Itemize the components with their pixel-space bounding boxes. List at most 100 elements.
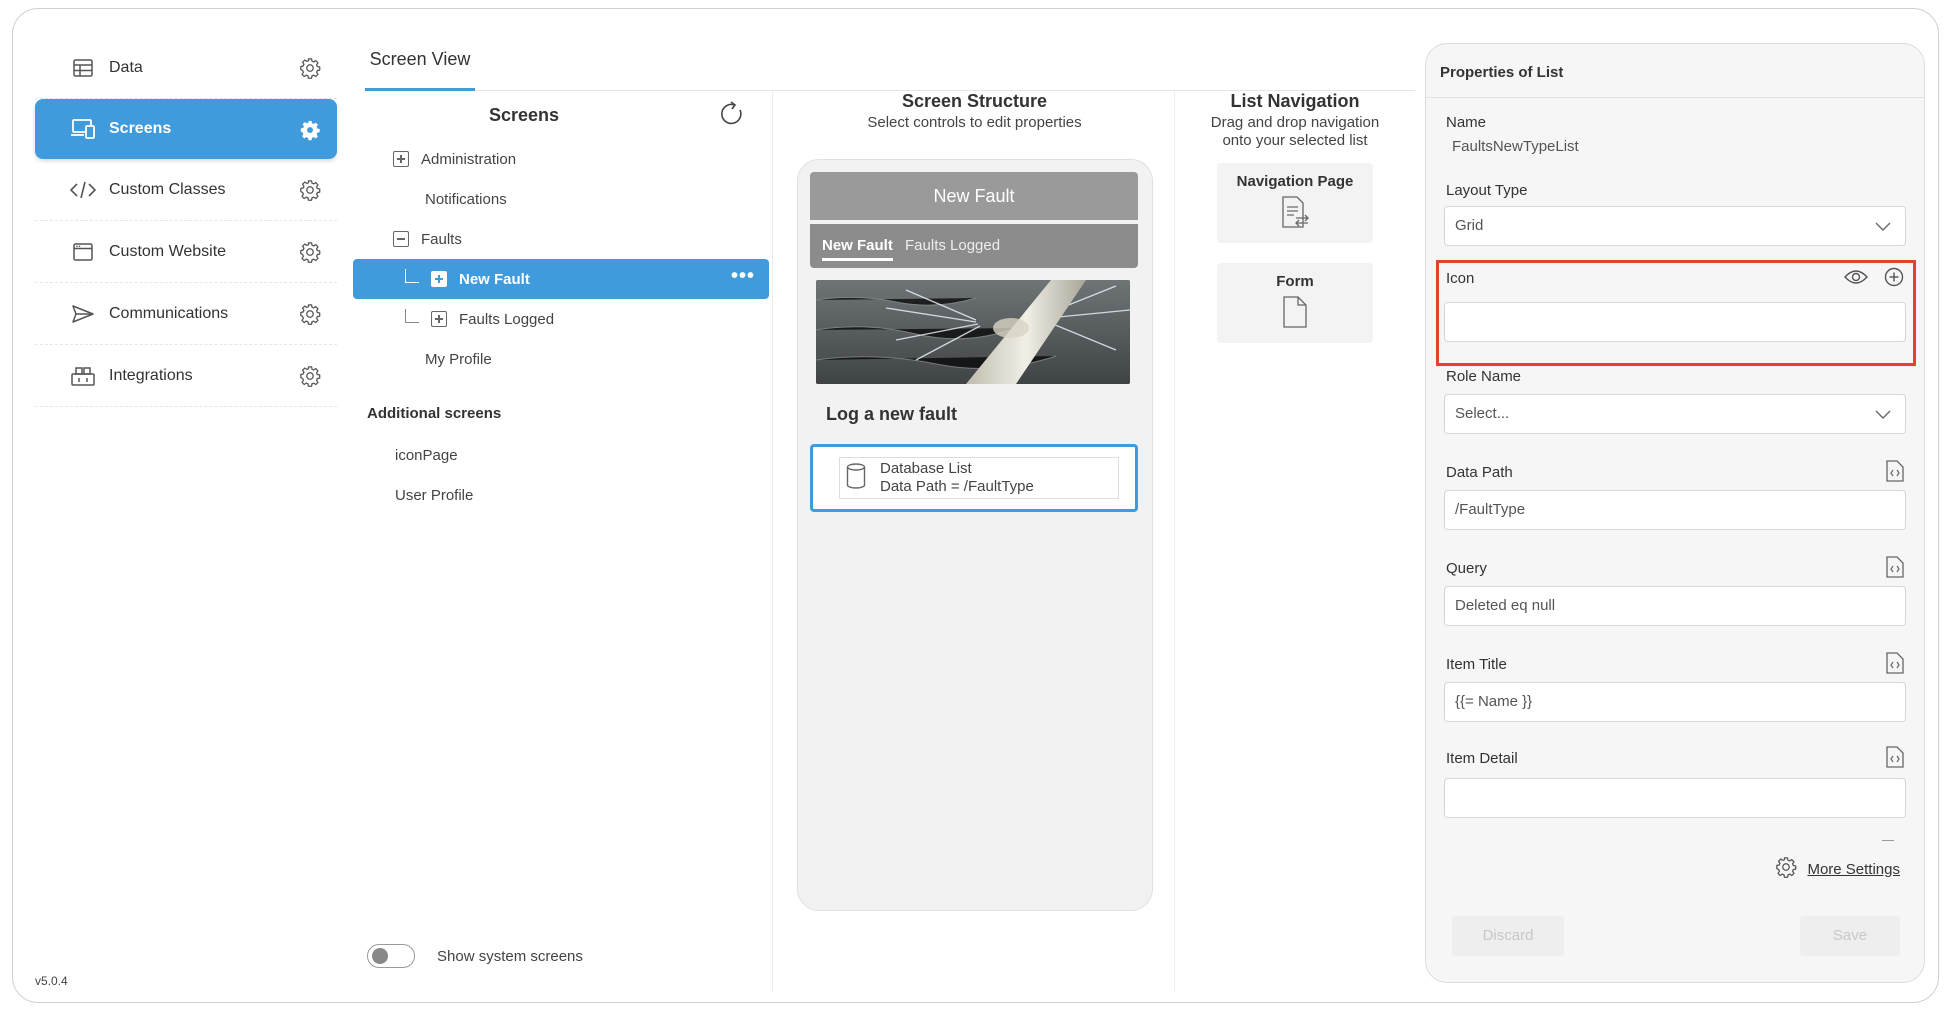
gear-icon[interactable] [299,303,321,330]
discard-button[interactable]: Discard [1452,916,1564,956]
phone-header[interactable]: New Fault [810,172,1138,220]
tree-item-label: Faults [421,230,462,248]
navigation-page-card[interactable]: Navigation Page [1217,163,1373,243]
role-name-label: Role Name [1446,368,1522,385]
add-circle-icon[interactable] [1884,267,1904,292]
tree-item-administration[interactable]: Administration [353,139,769,179]
tree-item-label: Faults Logged [459,310,555,328]
layout-type-label: Layout Type [1446,182,1528,199]
form-icon [1283,296,1307,328]
collapse-icon[interactable] [393,231,409,247]
nav-card-label: Form [1276,273,1314,290]
structure-subtitle: Select controls to edit properties [867,114,1082,131]
code-file-icon[interactable] [1886,746,1904,773]
tree-item-new-fault[interactable]: New Fault ••• [353,259,769,299]
app-window: Data Screens Custom Classes Custom Websi… [12,8,1939,1003]
database-list-title: Database List [880,460,972,477]
database-list-path: Data Path = /FaultType [880,478,1034,495]
browser-icon [65,242,101,261]
sidebar-item-custom-website[interactable]: Custom Website [35,221,337,283]
gear-icon[interactable] [299,241,321,268]
divider [1882,840,1894,841]
tree-item-my-profile[interactable]: My Profile [353,339,769,379]
refresh-icon[interactable] [719,101,745,132]
navigation-subtitle: Drag and drop navigation onto your selec… [1177,114,1413,150]
layout-type-select[interactable]: Grid [1444,206,1906,246]
screens-title: Screens [489,105,560,125]
database-icon [846,462,866,494]
gear-icon[interactable] [299,179,321,206]
code-file-icon[interactable] [1886,652,1904,679]
pipe-leak-image[interactable] [816,280,1130,384]
expand-icon[interactable] [393,151,409,167]
sidebar-item-screens[interactable]: Screens [35,99,337,159]
screens-panel: Screens Administration Notifications Fau… [353,91,773,991]
gear-icon[interactable] [299,119,321,146]
sidebar-item-communications[interactable]: Communications [35,283,337,345]
additional-item-user-profile[interactable]: User Profile [353,475,769,515]
icon-label: Icon [1446,270,1475,287]
form-card[interactable]: Form [1217,263,1373,343]
sidebar: Data Screens Custom Classes Custom Websi… [35,37,337,407]
gear-icon[interactable] [299,365,321,392]
structure-title: Screen Structure [901,91,1048,111]
item-title-input[interactable]: {{= Name }} [1444,682,1906,722]
name-label: Name [1446,114,1487,131]
tree-item-label: User Profile [395,486,474,504]
eye-icon[interactable] [1844,268,1868,291]
data-path-input[interactable]: /FaultType [1444,490,1906,530]
devices-icon [65,119,101,139]
navigation-page-icon [1282,196,1309,228]
tree-item-faults[interactable]: Faults [353,219,769,259]
gear-icon [1775,856,1797,882]
sidebar-item-integrations[interactable]: Integrations [35,345,337,407]
phone-tab-bar[interactable]: New Fault Faults Logged [810,224,1138,268]
item-detail-input[interactable] [1444,778,1906,818]
version-label: v5.0.4 [35,974,68,988]
tree-item-label: My Profile [425,350,492,368]
data-path-label: Data Path [1446,464,1513,481]
tree-item-label: New Fault [459,270,530,288]
sidebar-item-custom-classes[interactable]: Custom Classes [35,159,337,221]
item-detail-label: Item Detail [1446,750,1518,767]
more-settings-link[interactable]: More Settings [1775,856,1900,882]
show-system-screens-toggle[interactable] [367,944,415,968]
phone-tab-faults-logged[interactable]: Faults Logged [905,237,1000,254]
nav-card-label: Navigation Page [1236,173,1354,190]
gear-icon[interactable] [299,57,321,84]
navigation-title: List Navigation [1230,91,1360,111]
tab-bar: Screen View [365,37,1415,91]
save-button[interactable]: Save [1800,916,1900,956]
list-navigation-panel: List Navigation Drag and drop navigation… [1177,91,1413,991]
tree-branch-line [405,309,419,323]
code-file-icon[interactable] [1886,460,1904,487]
navigation-subtitle-line1: Drag and drop navigation [1210,114,1380,131]
additional-item-iconpage[interactable]: iconPage [353,435,769,475]
role-name-select[interactable]: Select... [1444,394,1906,434]
tree-item-notifications[interactable]: Notifications [353,179,769,219]
tab-screen-view[interactable]: Screen View [365,47,475,91]
toggle-label: Show system screens [437,948,583,965]
name-value: FaultsNewTypeList [1452,138,1579,155]
database-list-control[interactable]: Database List Data Path = /FaultType [810,444,1138,512]
chevron-down-icon [1875,407,1891,424]
query-input[interactable]: Deleted eq null [1444,586,1906,626]
phone-heading[interactable]: Log a new fault [826,404,957,425]
database-list-card[interactable]: Database List Data Path = /FaultType [839,457,1119,499]
phone-tab-new-fault[interactable]: New Fault [822,237,893,261]
tree-item-faults-logged[interactable]: Faults Logged [353,299,769,339]
icon-input[interactable] [1444,302,1906,342]
database-list-text: Database List Data Path = /FaultType [880,460,1034,496]
role-name-value: Select... [1455,405,1510,422]
expand-icon[interactable] [431,271,447,287]
code-file-icon[interactable] [1886,556,1904,583]
item-title-label: Item Title [1446,656,1507,673]
expand-icon[interactable] [431,311,447,327]
phone-preview: New Fault New Fault Faults Logged Log a … [797,159,1153,911]
additional-screens-title: Additional screens [367,405,502,422]
code-icon [65,181,101,199]
more-options-icon[interactable]: ••• [731,265,755,288]
sidebar-item-data[interactable]: Data [35,37,337,99]
properties-title: Properties of List [1426,44,1924,98]
send-icon [65,304,101,323]
